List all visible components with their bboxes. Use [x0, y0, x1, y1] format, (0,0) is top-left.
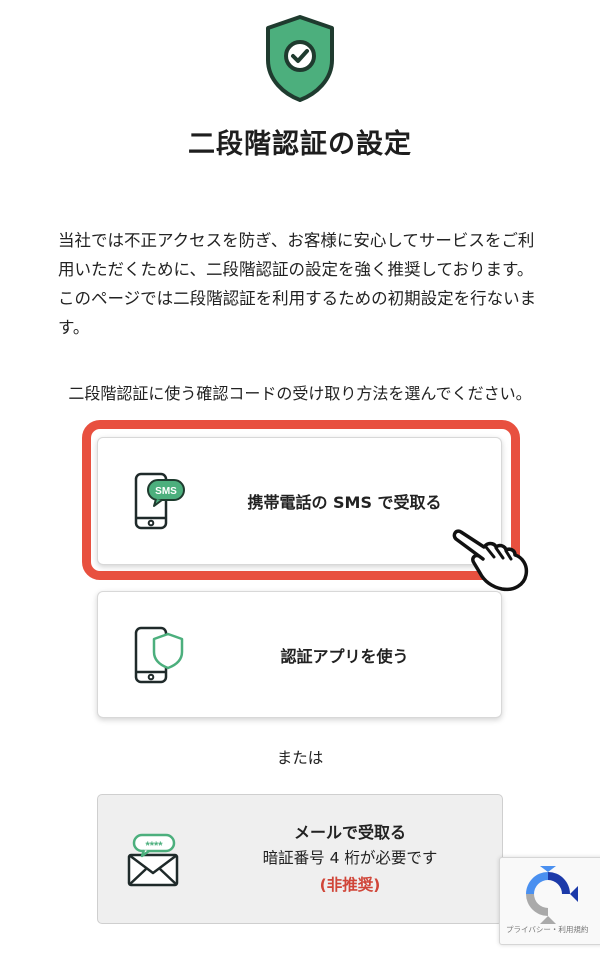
- shield-check-icon: [266, 15, 334, 102]
- sms-badge-text: SMS: [155, 486, 177, 497]
- not-recommended-note: (非推奨): [319, 876, 381, 894]
- email-option-text: メールで受取る 暗証番号 4 桁が必要です (非推奨): [208, 821, 492, 898]
- pointing-hand-icon: [452, 529, 529, 592]
- auth-app-option-button[interactable]: 認証アプリを使う: [97, 591, 502, 718]
- recaptcha-badge[interactable]: プライバシー・利用規約: [499, 857, 600, 945]
- phone-shield-icon: [134, 626, 184, 684]
- email-option-subtitle: 暗証番号 4 桁が必要です: [262, 849, 438, 867]
- page-title: 二段階認証の設定: [188, 129, 412, 160]
- recaptcha-icon: [526, 866, 578, 924]
- intro-text: 当社では不正アクセスを防ぎ、お客様に安心してサービスをご利用いただくために、二段…: [58, 231, 537, 337]
- email-option-button[interactable]: **** メールで受取る 暗証番号 4 桁が必要です (非推奨): [97, 794, 503, 924]
- email-option-title: メールで受取る: [293, 823, 406, 842]
- sms-option-button[interactable]: SMS 携帯電話の SMS で受取る: [97, 437, 502, 565]
- sms-option-label: 携帯電話の SMS で受取る: [247, 493, 442, 512]
- recaptcha-links[interactable]: プライバシー・利用規約: [506, 924, 588, 935]
- or-separator: または: [276, 749, 324, 767]
- password-badge-text: ****: [145, 840, 163, 852]
- phone-sms-icon: SMS: [134, 472, 185, 530]
- envelope-icon: ****: [127, 833, 179, 887]
- auth-app-option-label: 認証アプリを使う: [280, 646, 409, 666]
- instruction-text: 二段階認証に使う確認コードの受け取り方法を選んでください。: [68, 384, 532, 403]
